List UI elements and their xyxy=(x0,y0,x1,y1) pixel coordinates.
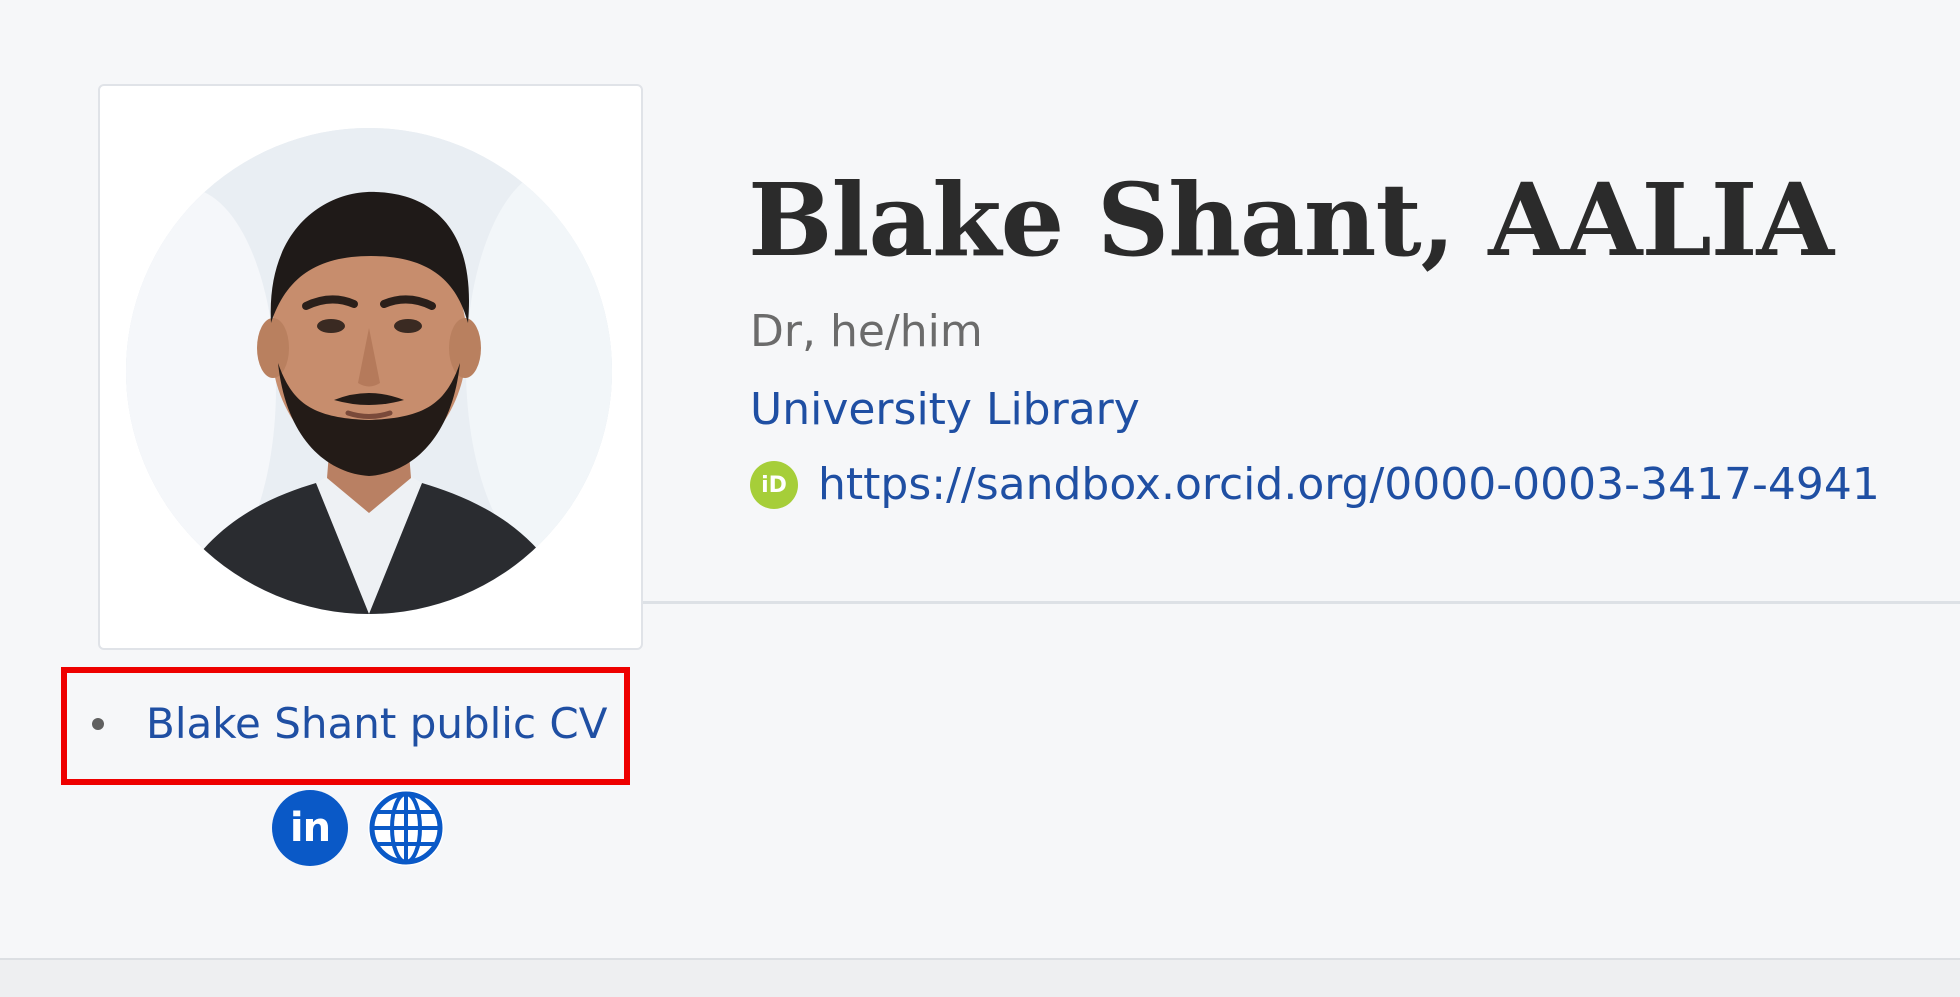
footer-bar xyxy=(0,958,1960,997)
orcid-row: iD https://sandbox.orcid.org/0000-0003-3… xyxy=(750,455,1880,515)
linkedin-button[interactable]: in xyxy=(272,790,348,866)
orcid-icon: iD xyxy=(750,461,798,509)
profile-photo-card xyxy=(98,84,643,650)
profile-page: Blake Shant, AALIA Dr, he/him University… xyxy=(0,0,1960,997)
linkedin-icon: in xyxy=(289,805,331,851)
bullet-icon xyxy=(92,718,104,730)
social-links: in xyxy=(272,790,444,866)
list-item: Blake Shant public CV xyxy=(92,696,607,752)
website-button[interactable] xyxy=(368,790,444,866)
globe-icon xyxy=(369,791,443,865)
profile-name: Blake Shant, AALIA xyxy=(748,161,1834,279)
orcid-link[interactable]: https://sandbox.orcid.org/0000-0003-3417… xyxy=(818,455,1880,515)
organization-link[interactable]: University Library xyxy=(750,380,1140,440)
avatar-photo xyxy=(126,128,612,614)
header-divider xyxy=(643,601,1960,604)
avatar xyxy=(126,128,612,614)
profile-title-pronouns: Dr, he/him xyxy=(750,306,983,357)
public-cv-link[interactable]: Blake Shant public CV xyxy=(146,696,607,752)
cv-links-list: Blake Shant public CV xyxy=(92,696,607,752)
